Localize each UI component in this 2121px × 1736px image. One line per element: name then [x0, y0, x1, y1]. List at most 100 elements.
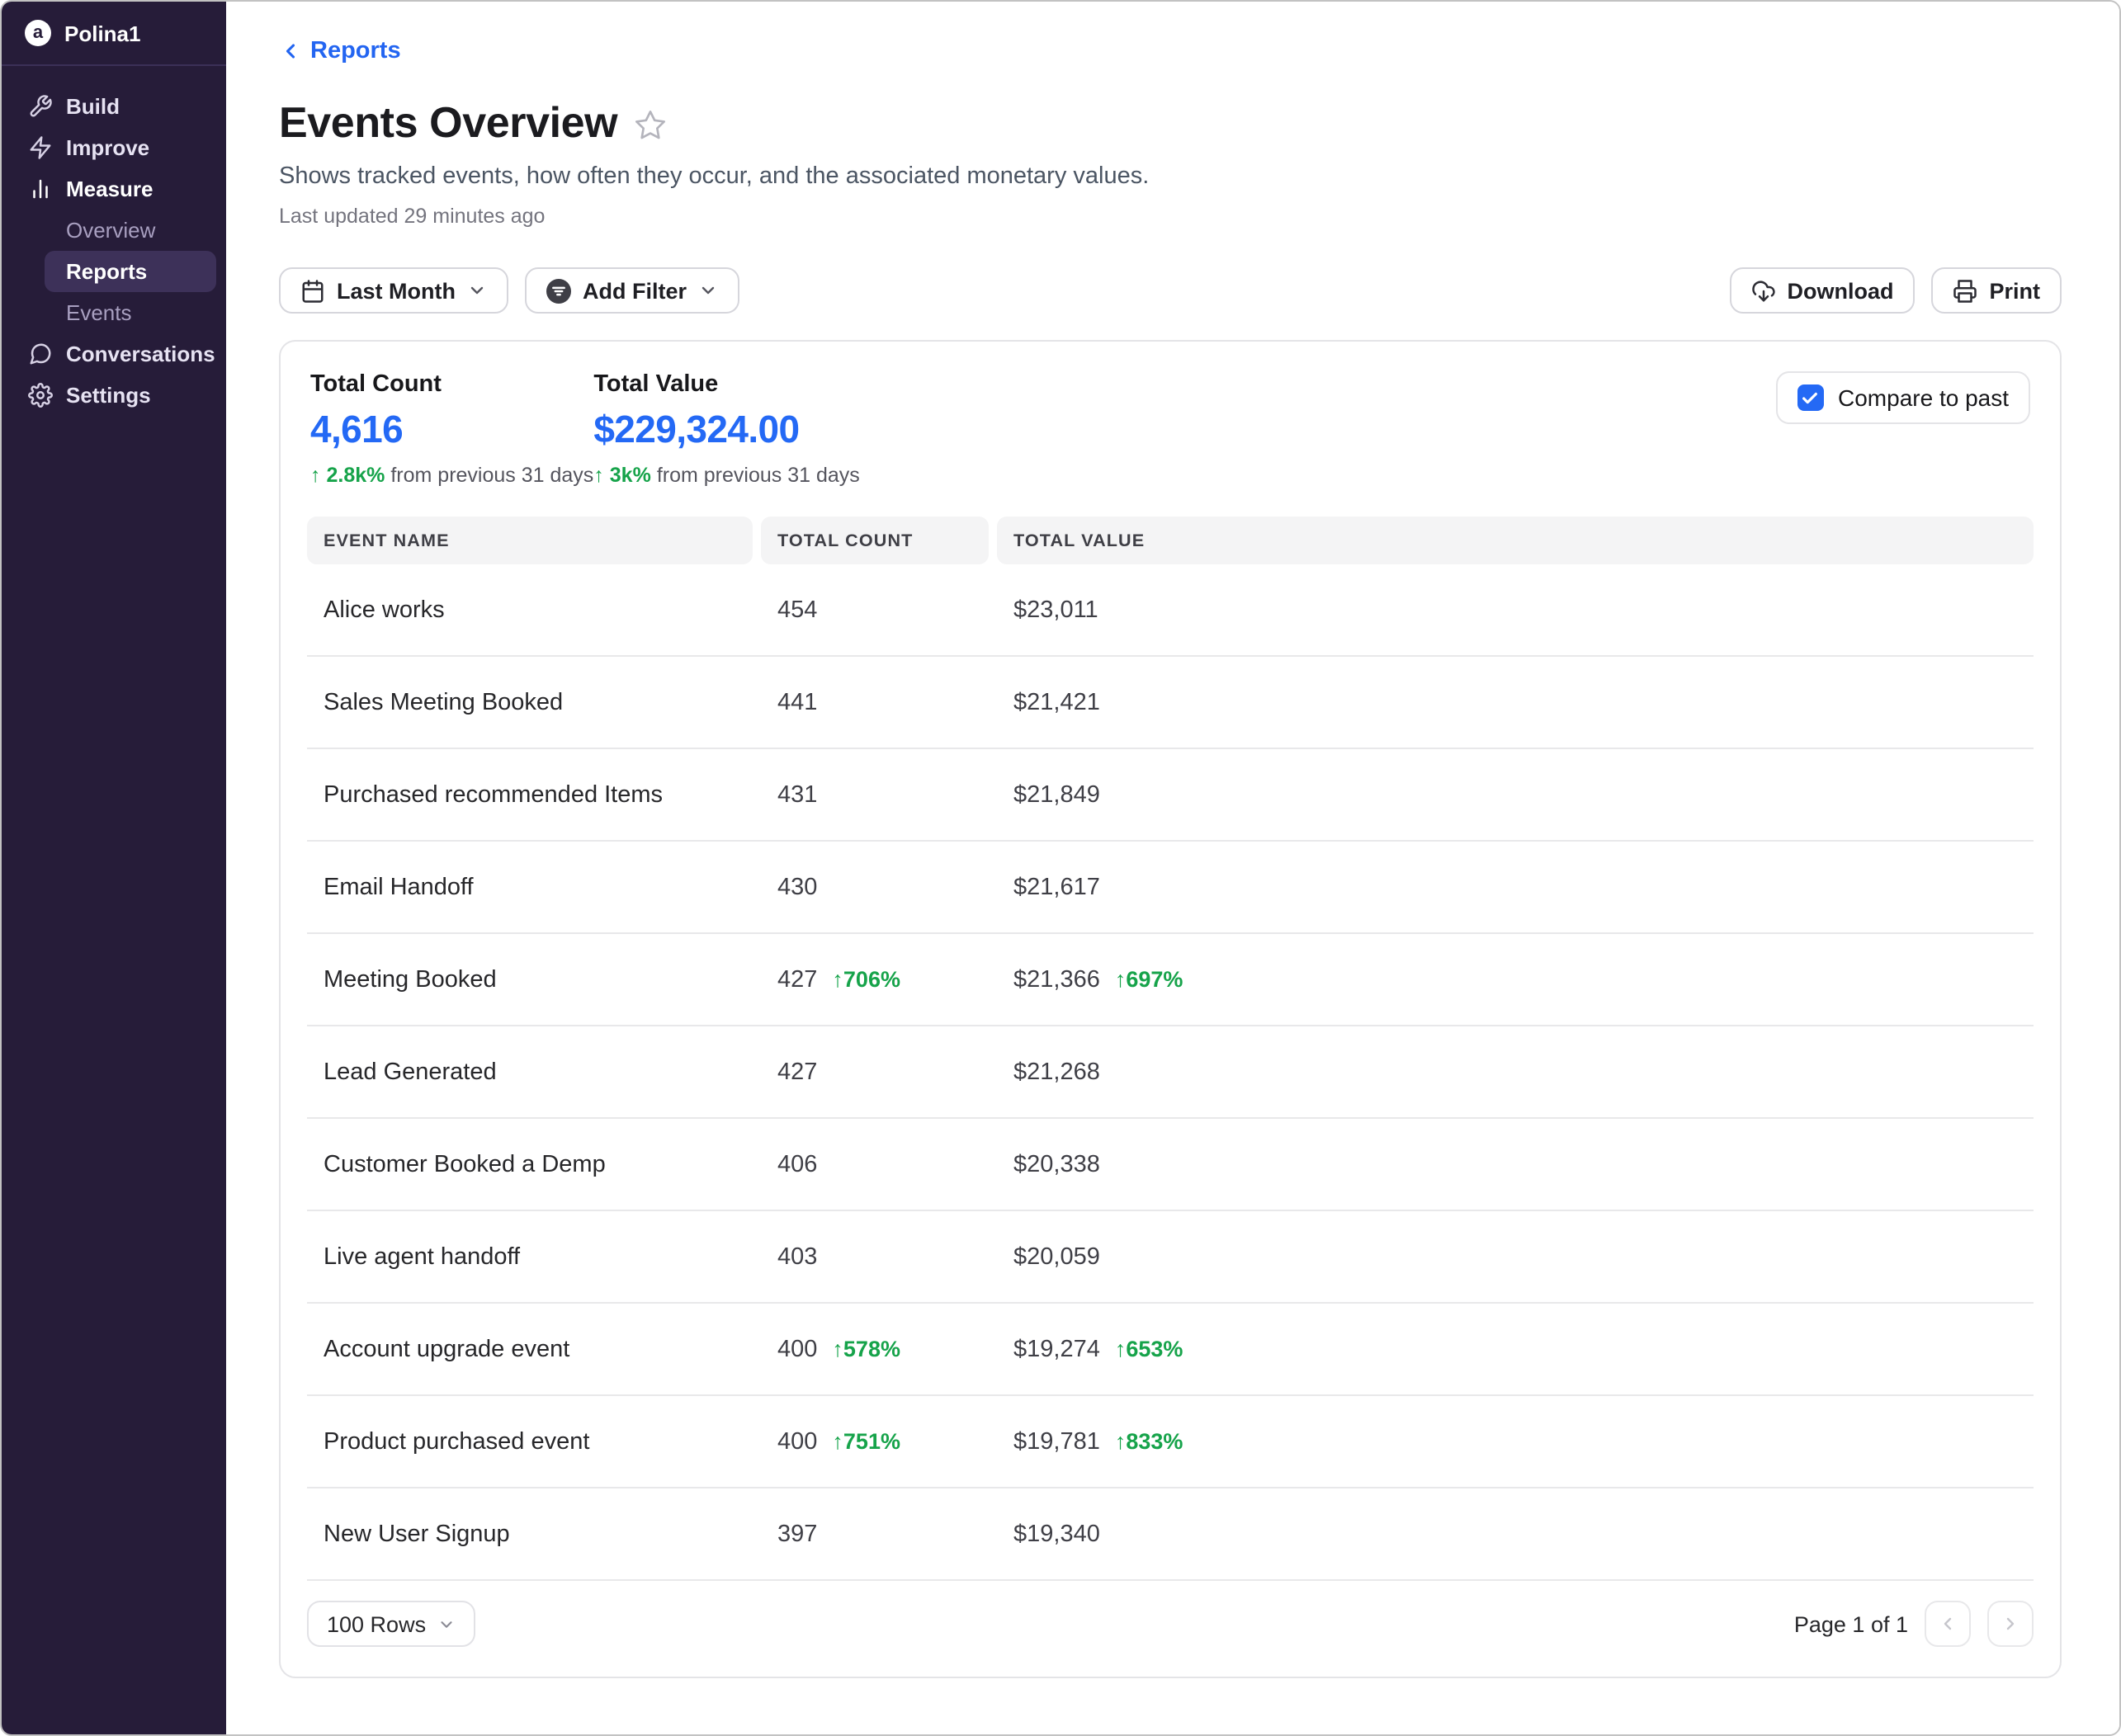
total-count-text: 427: [777, 1059, 817, 1085]
event-name-cell: Product purchased event: [307, 1428, 753, 1455]
app-root: a Polina1 Build Improve Measure Overview…: [0, 0, 2121, 1736]
value-delta: ↑653%: [1115, 1337, 1183, 1361]
table-row[interactable]: Product purchased event 400 ↑751% $19,78…: [307, 1396, 2034, 1488]
previous-page-button[interactable]: [1925, 1601, 1971, 1647]
sidebar-item-overview[interactable]: Overview: [45, 210, 216, 251]
print-button[interactable]: Print: [1931, 267, 2062, 314]
up-arrow-icon: ↑: [832, 967, 843, 992]
event-name-text: Lead Generated: [324, 1059, 497, 1085]
table-row[interactable]: Customer Booked a Demp 406 $20,338: [307, 1119, 2034, 1211]
table-row[interactable]: New User Signup 397 $19,340: [307, 1488, 2034, 1581]
metric-label: Total Count: [310, 371, 593, 398]
count-delta-text: 751%: [843, 1429, 900, 1454]
total-value-text: $20,338: [1013, 1151, 1100, 1177]
sidebar-item-label: Conversations: [66, 342, 215, 366]
column-header-total-count: TOTAL COUNT: [761, 517, 989, 564]
event-name-text: New User Signup: [324, 1521, 510, 1547]
last-updated-text: Last updated 29 minutes ago: [279, 205, 2062, 228]
sidebar-item-label: Improve: [66, 135, 149, 160]
sidebar-item-build[interactable]: Build: [12, 86, 216, 127]
gear-icon: [28, 383, 53, 408]
sidebar-item-conversations[interactable]: Conversations: [12, 333, 216, 375]
total-value-text: $23,011: [1013, 597, 1098, 623]
total-count-cell: 400 ↑751%: [761, 1428, 989, 1455]
metric-delta: ↑ 2.8k% from previous 31 days: [310, 464, 593, 487]
rows-per-page-select[interactable]: 100 Rows: [307, 1601, 475, 1647]
toolbar: Last Month Add Filter Download Print: [279, 267, 2062, 314]
sidebar-item-reports[interactable]: Reports: [45, 251, 216, 292]
event-name-cell: Email Handoff: [307, 874, 753, 900]
event-name-cell: New User Signup: [307, 1521, 753, 1547]
favorite-star-icon[interactable]: [634, 109, 667, 142]
table-row[interactable]: Account upgrade event 400 ↑578% $19,274 …: [307, 1304, 2034, 1396]
event-name-text: Email Handoff: [324, 874, 474, 900]
compare-to-past-toggle[interactable]: Compare to past: [1775, 371, 2030, 424]
total-count-text: 406: [777, 1151, 817, 1177]
value-delta: ↑697%: [1115, 967, 1183, 992]
lightning-icon: [28, 135, 53, 160]
chevron-left-icon: [1938, 1614, 1958, 1634]
event-name-cell: Account upgrade event: [307, 1336, 753, 1362]
workspace-name: Polina1: [64, 21, 141, 45]
value-delta-text: 653%: [1126, 1337, 1183, 1361]
column-header-total-value: TOTAL VALUE: [997, 517, 2034, 564]
download-button[interactable]: Download: [1729, 267, 1915, 314]
bar-chart-icon: [28, 177, 53, 201]
total-value-cell: $23,011: [997, 597, 2034, 623]
chat-bubble-icon: [28, 342, 53, 366]
sidebar-item-improve[interactable]: Improve: [12, 127, 216, 168]
table-row[interactable]: Lead Generated 427 $21,268: [307, 1026, 2034, 1119]
count-delta-text: 578%: [843, 1337, 900, 1361]
table-row[interactable]: Meeting Booked 427 ↑706% $21,366 ↑697%: [307, 934, 2034, 1026]
page-subtitle: Shows tracked events, how often they occ…: [279, 163, 2062, 190]
total-count-cell: 427 ↑706%: [761, 966, 989, 993]
sidebar-item-label: Overview: [66, 218, 155, 243]
total-count-cell: 454: [761, 597, 989, 623]
total-count-cell: 431: [761, 781, 989, 808]
next-page-button[interactable]: [1987, 1601, 2034, 1647]
total-value-text: $21,268: [1013, 1059, 1100, 1085]
total-count-text: 400: [777, 1428, 817, 1455]
total-value-text: $21,421: [1013, 689, 1100, 715]
cloud-download-icon: [1750, 278, 1775, 303]
workspace-switcher[interactable]: a Polina1: [2, 2, 226, 64]
total-value-text: $21,849: [1013, 781, 1100, 808]
table-body: Alice works 454 $23,011 Sales Meeting Bo…: [307, 564, 2034, 1581]
count-delta: ↑751%: [832, 1429, 900, 1454]
total-count-text: 427: [777, 966, 817, 993]
event-name-text: Customer Booked a Demp: [324, 1151, 606, 1177]
total-count-text: 430: [777, 874, 817, 900]
total-count-text: 431: [777, 781, 817, 808]
back-link-reports[interactable]: Reports: [279, 38, 401, 64]
sidebar-item-label: Settings: [66, 383, 151, 408]
date-range-button[interactable]: Last Month: [279, 267, 508, 314]
total-value-text: $19,781: [1013, 1428, 1100, 1455]
add-filter-button[interactable]: Add Filter: [525, 267, 739, 314]
table-footer: 100 Rows Page 1 of 1: [307, 1581, 2034, 1663]
table-row[interactable]: Sales Meeting Booked 441 $21,421: [307, 657, 2034, 749]
total-count-cell: 427: [761, 1059, 989, 1085]
wrench-icon: [28, 94, 53, 119]
event-name-text: Alice works: [324, 597, 445, 623]
event-name-text: Sales Meeting Booked: [324, 689, 563, 715]
metric-label: Total Value: [593, 371, 859, 398]
table-row[interactable]: Purchased recommended Items 431 $21,849: [307, 749, 2034, 842]
sidebar-item-label: Events: [66, 300, 132, 325]
table-row[interactable]: Live agent handoff 403 $20,059: [307, 1211, 2034, 1304]
up-arrow-icon: ↑: [310, 464, 321, 487]
event-name-cell: Lead Generated: [307, 1059, 753, 1085]
sidebar-item-measure[interactable]: Measure: [12, 168, 216, 210]
printer-icon: [1953, 278, 1977, 303]
sidebar-item-settings[interactable]: Settings: [12, 375, 216, 416]
sidebar-item-events[interactable]: Events: [45, 292, 216, 333]
count-delta: ↑578%: [832, 1337, 900, 1361]
total-value-cell: $21,849: [997, 781, 2034, 808]
up-arrow-icon: ↑: [593, 464, 604, 487]
column-header-event-name: EVENT NAME: [307, 517, 753, 564]
table-row[interactable]: Alice works 454 $23,011: [307, 564, 2034, 657]
total-value-cell: $21,366 ↑697%: [997, 966, 2034, 993]
table-row[interactable]: Email Handoff 430 $21,617: [307, 842, 2034, 934]
event-name-cell: Live agent handoff: [307, 1243, 753, 1270]
checkbox-checked-icon[interactable]: [1797, 384, 1823, 411]
sidebar-item-label: Measure: [66, 177, 154, 201]
